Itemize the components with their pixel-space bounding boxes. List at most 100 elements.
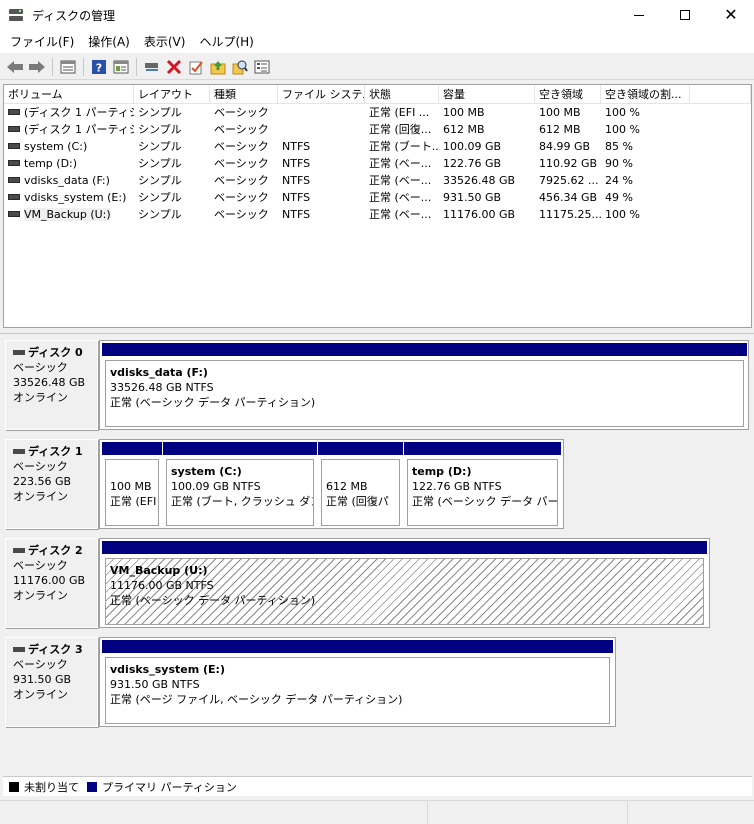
partition-header-bar — [102, 541, 707, 554]
connect-drive-icon — [145, 62, 158, 71]
help-button[interactable]: ? — [88, 56, 110, 78]
volume-icon — [8, 143, 20, 149]
volume-list[interactable]: ボリューム レイアウト 種類 ファイル システム 状態 容量 空き領域 空き領域… — [3, 84, 752, 328]
type-cell: ベーシック — [214, 157, 269, 170]
free-percent-cell: 100 % — [605, 208, 640, 221]
maximize-button[interactable] — [662, 0, 708, 30]
disk-info-panel[interactable]: ディスク 0 ベーシック 33526.48 GB オンライン — [5, 340, 98, 430]
disk-partition-area: vdisks_system (E:) 931.50 GB NTFS 正常 (ペー… — [99, 637, 616, 727]
free-space-cell: 456.34 GB — [539, 191, 598, 204]
column-header-volume[interactable]: ボリューム — [4, 85, 134, 104]
column-header-free-percent[interactable]: 空き領域の割... — [601, 85, 690, 104]
column-header-free-space[interactable]: 空き領域 — [535, 85, 601, 104]
disk-info-panel[interactable]: ディスク 1 ベーシック 223.56 GB オンライン — [5, 439, 98, 529]
connect-drive-button[interactable] — [141, 56, 163, 78]
legend: 未割り当て プライマリ パーティション — [3, 776, 752, 796]
up-folder-button[interactable] — [207, 56, 229, 78]
partition-size: 100 MB — [110, 480, 152, 493]
column-header-type[interactable]: 種類 — [210, 85, 278, 104]
partition-title: system (C:) — [171, 465, 242, 478]
settings-list-button[interactable] — [251, 56, 273, 78]
status-bar — [0, 800, 754, 824]
filesystem-cell: NTFS — [282, 191, 311, 204]
column-header-capacity[interactable]: 容量 — [439, 85, 535, 104]
volume-icon — [8, 126, 20, 132]
forward-button[interactable] — [26, 56, 48, 78]
partition-block[interactable]: 612 MB 正常 (回復パ — [318, 442, 403, 528]
disk-partition-area: 100 MB 正常 (EFI system (C:) 100.09 GB NTF… — [99, 439, 564, 529]
minimize-button[interactable] — [616, 0, 662, 30]
delete-button[interactable] — [163, 56, 185, 78]
disk-state: オンライン — [13, 688, 68, 701]
check-button[interactable] — [185, 56, 207, 78]
legend-label: 未割り当て — [24, 780, 79, 794]
help-icon: ? — [92, 59, 106, 74]
menu-bar: ファイル(F) 操作(A) 表示(V) ヘルプ(H) — [0, 30, 754, 54]
free-percent-cell: 100 % — [605, 123, 640, 136]
partition-status: 正常 (EFI — [110, 495, 157, 508]
partition-block[interactable]: vdisks_system (E:) 931.50 GB NTFS 正常 (ペー… — [102, 640, 613, 726]
disk-size: 33526.48 GB — [13, 376, 86, 389]
partition-size: 33526.48 GB NTFS — [110, 381, 214, 394]
partition-block[interactable]: vdisks_data (F:) 33526.48 GB NTFS 正常 (ベー… — [102, 343, 747, 429]
status-cell: 正常 (ベー... — [369, 208, 432, 221]
back-button[interactable] — [4, 56, 26, 78]
status-cell: 正常 (ブート... — [369, 140, 439, 153]
list-view-button[interactable] — [57, 56, 79, 78]
column-header-status[interactable]: 状態 — [365, 85, 439, 104]
disk-icon — [13, 548, 25, 553]
layout-cell: シンプル — [138, 106, 182, 119]
column-header-layout[interactable]: レイアウト — [134, 85, 210, 104]
disk-info-panel[interactable]: ディスク 2 ベーシック 11176.00 GB オンライン — [5, 538, 98, 628]
partition-body: VM_Backup (U:) 11176.00 GB NTFS 正常 (ベーシッ… — [105, 558, 704, 625]
partition-size: 11176.00 GB NTFS — [110, 579, 214, 592]
capacity-cell: 612 MB — [443, 123, 485, 136]
volume-icon — [8, 177, 20, 183]
pane-splitter[interactable] — [0, 330, 754, 334]
partition-block[interactable]: VM_Backup (U:) 11176.00 GB NTFS 正常 (ベーシッ… — [102, 541, 707, 627]
partition-header-bar — [102, 640, 613, 653]
close-button[interactable]: ✕ — [708, 0, 754, 30]
capacity-cell: 100.09 GB — [443, 140, 502, 153]
free-percent-cell: 90 % — [605, 157, 633, 170]
partition-body: 100 MB 正常 (EFI — [105, 459, 159, 526]
partition-status: 正常 (ベーシック データ パーティ — [412, 495, 558, 508]
partition-block[interactable]: temp (D:) 122.76 GB NTFS 正常 (ベーシック データ パ… — [404, 442, 561, 528]
table-row[interactable]: temp (D:) シンプル ベーシック NTFS 正常 (ベー... 122.… — [4, 155, 751, 172]
legend-item-unallocated: 未割り当て — [9, 779, 79, 795]
status-cell: 正常 (ベー... — [369, 174, 432, 187]
disk-type: ベーシック — [13, 559, 68, 572]
partition-size: 100.09 GB NTFS — [171, 480, 261, 493]
layout-cell: シンプル — [138, 157, 182, 170]
table-row[interactable]: (ディスク 1 パーティシ... シンプル ベーシック 正常 (EFI ... … — [4, 104, 751, 121]
close-icon: ✕ — [724, 5, 738, 24]
disk-name: ディスク 1 — [13, 444, 97, 459]
type-cell: ベーシック — [214, 208, 269, 221]
menu-action[interactable]: 操作(A) — [81, 30, 137, 54]
menu-file[interactable]: ファイル(F) — [3, 30, 81, 54]
disk-info-panel[interactable]: ディスク 3 ベーシック 931.50 GB オンライン — [5, 637, 98, 727]
disk-row: ディスク 2 ベーシック 11176.00 GB オンライン VM_Backup… — [3, 534, 752, 634]
disk-management-window: ディスクの管理 ✕ ファイル(F) 操作(A) 表示(V) ヘルプ(H) ? ボ… — [0, 0, 754, 824]
table-row[interactable]: system (C:) シンプル ベーシック NTFS 正常 (ブート... 1… — [4, 138, 751, 155]
table-row[interactable]: VM_Backup (U:) シンプル ベーシック NTFS 正常 (ベー...… — [4, 206, 751, 223]
toolbar-separator — [52, 57, 53, 76]
partition-body: temp (D:) 122.76 GB NTFS 正常 (ベーシック データ パ… — [407, 459, 558, 526]
toolbar-separator — [136, 57, 137, 76]
properties-button[interactable] — [110, 56, 132, 78]
partition-block[interactable]: 100 MB 正常 (EFI — [102, 442, 162, 528]
free-space-cell: 612 MB — [539, 123, 581, 136]
search-button[interactable] — [229, 56, 251, 78]
type-cell: ベーシック — [214, 106, 269, 119]
toolbar: ? — [0, 54, 754, 80]
menu-help[interactable]: ヘルプ(H) — [192, 30, 260, 54]
table-row[interactable]: vdisks_system (E:) シンプル ベーシック NTFS 正常 (ベ… — [4, 189, 751, 206]
partition-block[interactable]: system (C:) 100.09 GB NTFS 正常 (ブート, クラッシ… — [163, 442, 317, 528]
table-row[interactable]: (ディスク 1 パーティシ... シンプル ベーシック 正常 (回復... 61… — [4, 121, 751, 138]
partition-header-bar — [318, 442, 403, 455]
table-row[interactable]: vdisks_data (F:) シンプル ベーシック NTFS 正常 (ベー.… — [4, 172, 751, 189]
menu-view[interactable]: 表示(V) — [137, 30, 193, 54]
search-icon — [232, 60, 248, 74]
column-header-filesystem[interactable]: ファイル システム — [278, 85, 365, 104]
disk-row: ディスク 3 ベーシック 931.50 GB オンライン vdisks_syst… — [3, 633, 752, 733]
